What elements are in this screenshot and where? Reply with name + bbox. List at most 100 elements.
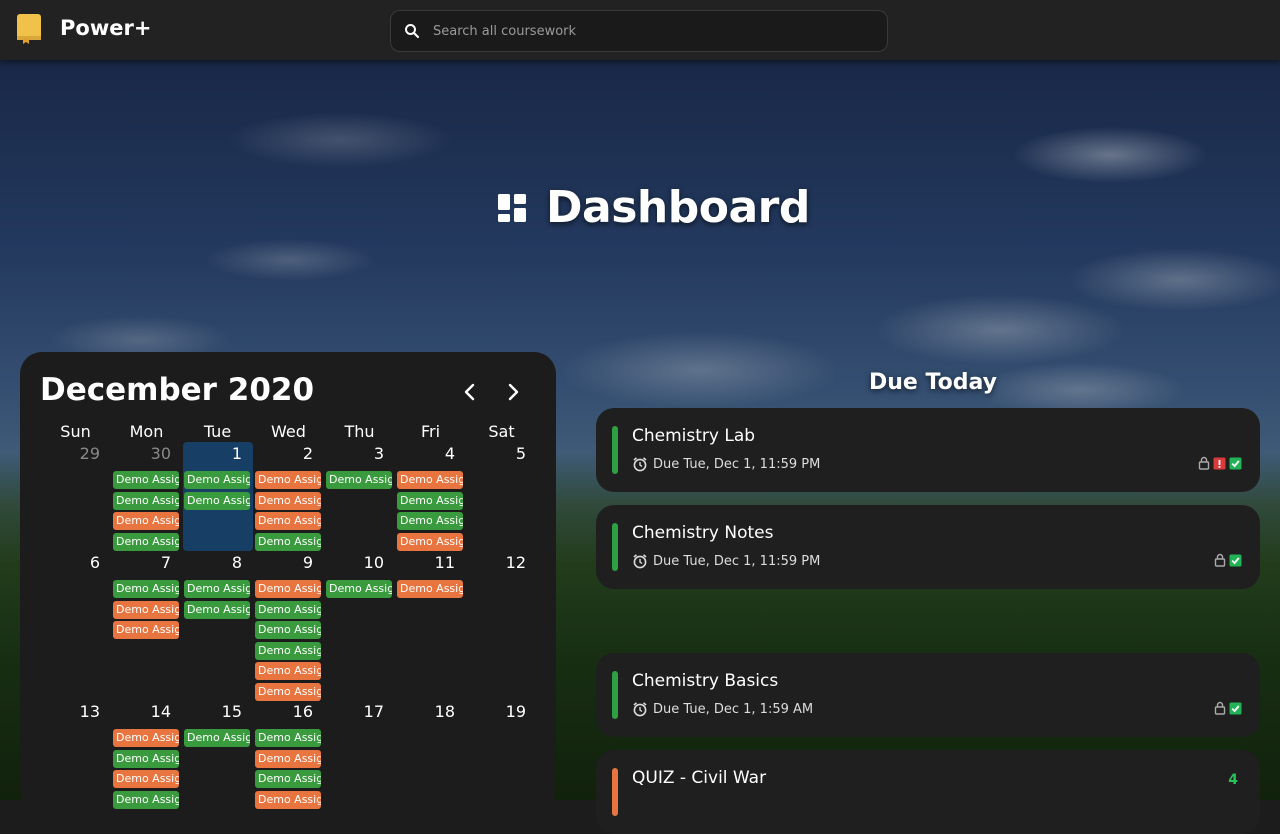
- page-header: Dashboard: [498, 182, 810, 233]
- check-clipboard-icon: [1229, 700, 1242, 719]
- lock-icon: [1198, 455, 1210, 474]
- page-title: Dashboard: [546, 182, 810, 233]
- calendar-event[interactable]: Demo Assignment: [113, 580, 179, 598]
- calendar-day-number[interactable]: 13: [40, 702, 100, 721]
- next-month-button[interactable]: [501, 380, 525, 404]
- calendar-event[interactable]: Demo Assignment: [113, 621, 179, 639]
- search-bar[interactable]: [390, 10, 888, 52]
- calendar-day-number[interactable]: 29: [40, 444, 100, 463]
- calendar-event[interactable]: Demo Assignment: [255, 600, 321, 619]
- calendar-day-number[interactable]: 14: [111, 702, 171, 721]
- assignment-status-icons: [1214, 552, 1242, 571]
- calendar-event[interactable]: Demo Assignment: [397, 580, 463, 598]
- alert-clipboard-icon: [1213, 455, 1226, 474]
- calendar-day-number[interactable]: 17: [324, 702, 384, 721]
- calendar-event[interactable]: Demo Assignment: [255, 580, 321, 598]
- calendar-event[interactable]: Demo Assignment: [397, 471, 463, 489]
- check-clipboard-icon: [1229, 455, 1242, 474]
- assignment-card[interactable]: Chemistry Lab Due Tue, Dec 1, 11:59 PM: [596, 408, 1260, 492]
- calendar-day-number[interactable]: 7: [111, 553, 171, 572]
- calendar-day-number[interactable]: 16: [253, 702, 313, 721]
- app-name[interactable]: Power+: [60, 16, 151, 40]
- calendar-event[interactable]: Demo Assignment: [113, 729, 179, 747]
- calendar-day-number[interactable]: 3: [324, 444, 384, 463]
- calendar-event[interactable]: Demo Assignment: [326, 580, 392, 598]
- calendar-event[interactable]: Demo Assignment: [113, 512, 179, 530]
- calendar-event[interactable]: Demo Assignment: [255, 641, 321, 660]
- calendar-event[interactable]: Demo Assignment: [255, 682, 321, 701]
- assignment-name[interactable]: Chemistry Lab: [632, 426, 755, 446]
- calendar-day-number[interactable]: 5: [466, 444, 526, 463]
- alarm-clock-icon: [633, 554, 647, 569]
- calendar-day-number[interactable]: 18: [395, 702, 455, 721]
- assignment-name[interactable]: Chemistry Basics: [632, 671, 778, 691]
- weekday-header: Mon: [129, 422, 164, 441]
- assignment-status-icons: [1214, 700, 1242, 719]
- calendar-day-number[interactable]: 8: [182, 553, 242, 572]
- calendar-day-number[interactable]: 19: [466, 702, 526, 721]
- calendar-event[interactable]: Demo Assignment: [255, 532, 321, 551]
- calendar-event[interactable]: Demo Assignment: [255, 512, 321, 530]
- assignment-status-icons: [1198, 455, 1242, 474]
- calendar-event[interactable]: Demo Assignment: [184, 491, 250, 510]
- calendar-event[interactable]: Demo Assignment: [255, 491, 321, 510]
- check-clipboard-icon: [1229, 552, 1242, 571]
- calendar-day-number[interactable]: 10: [324, 553, 384, 572]
- calendar-day-number[interactable]: 6: [40, 553, 100, 572]
- calendar-day-number[interactable]: 11: [395, 553, 455, 572]
- calendar-event[interactable]: Demo Assignment: [326, 471, 392, 489]
- due-today-heading: Due Today: [869, 370, 997, 395]
- calendar-event[interactable]: Demo Assignment: [184, 471, 250, 489]
- calendar-event[interactable]: Demo Assignment: [113, 471, 179, 489]
- calendar-event[interactable]: Demo Assignment: [255, 729, 321, 747]
- calendar-month-label: December 2020: [40, 372, 315, 408]
- assignment-name[interactable]: Chemistry Notes: [632, 523, 773, 543]
- dashboard-icon: [498, 193, 526, 222]
- weekday-header: Thu: [344, 422, 375, 441]
- calendar-event[interactable]: Demo Assignment: [184, 729, 250, 747]
- calendar-event[interactable]: Demo Assignment: [113, 532, 179, 551]
- calendar-day-number[interactable]: 9: [253, 553, 313, 572]
- calendar-event[interactable]: Demo Assignment: [255, 662, 321, 680]
- calendar-event[interactable]: Demo Assignment: [113, 491, 179, 510]
- assignment-due-date: Due Tue, Dec 1, 11:59 PM: [632, 553, 820, 569]
- lock-icon: [1214, 700, 1226, 719]
- alarm-clock-icon: [633, 702, 647, 717]
- assignment-card[interactable]: Chemistry Notes Due Tue, Dec 1, 11:59 PM: [596, 505, 1260, 589]
- calendar-event[interactable]: Demo Assignment: [184, 600, 250, 619]
- calendar-event[interactable]: Demo Assignment: [113, 749, 179, 768]
- weekday-header: Wed: [271, 422, 306, 441]
- search-input[interactable]: [431, 22, 855, 40]
- assignment-card[interactable]: QUIZ - Civil War 4: [596, 750, 1260, 834]
- previous-month-button[interactable]: [458, 380, 482, 404]
- book-logo-icon[interactable]: [17, 14, 41, 44]
- calendar-day-number[interactable]: 12: [466, 553, 526, 572]
- calendar-event[interactable]: Demo Assignment: [113, 600, 179, 619]
- calendar-day-number[interactable]: 4: [395, 444, 455, 463]
- assignment-count-badge: 4: [1228, 772, 1238, 788]
- assignment-status-bar: [612, 523, 618, 571]
- calendar-event[interactable]: Demo Assignment: [397, 491, 463, 510]
- calendar-event[interactable]: Demo Assignment: [255, 621, 321, 639]
- calendar-event[interactable]: Demo Assignment: [397, 512, 463, 530]
- weekday-header: Sun: [60, 422, 91, 441]
- weekday-header: Tue: [203, 422, 232, 441]
- calendar-event[interactable]: Demo Assignment: [113, 770, 179, 788]
- calendar-day-number[interactable]: 1: [182, 444, 242, 463]
- top-bar: Power+: [0, 0, 1280, 60]
- calendar-day-number[interactable]: 2: [253, 444, 313, 463]
- assignment-card[interactable]: Chemistry Basics Due Tue, Dec 1, 1:59 AM: [596, 653, 1260, 737]
- assignment-status-bar: [612, 768, 618, 816]
- assignment-status-bar: [612, 426, 618, 474]
- assignment-status-bar: [612, 671, 618, 719]
- calendar-day-number[interactable]: 15: [182, 702, 242, 721]
- calendar-event[interactable]: Demo Assignment: [255, 471, 321, 489]
- lock-icon: [1214, 552, 1226, 571]
- assignment-due-date: Due Tue, Dec 1, 1:59 AM: [632, 701, 813, 717]
- calendar-event[interactable]: Demo Assignment: [255, 770, 321, 788]
- calendar-event[interactable]: Demo Assignment: [255, 749, 321, 768]
- assignment-name[interactable]: QUIZ - Civil War: [632, 768, 766, 788]
- calendar-event[interactable]: Demo Assignment: [184, 580, 250, 598]
- calendar-event[interactable]: Demo Assignment: [397, 532, 463, 551]
- calendar-day-number[interactable]: 30: [111, 444, 171, 463]
